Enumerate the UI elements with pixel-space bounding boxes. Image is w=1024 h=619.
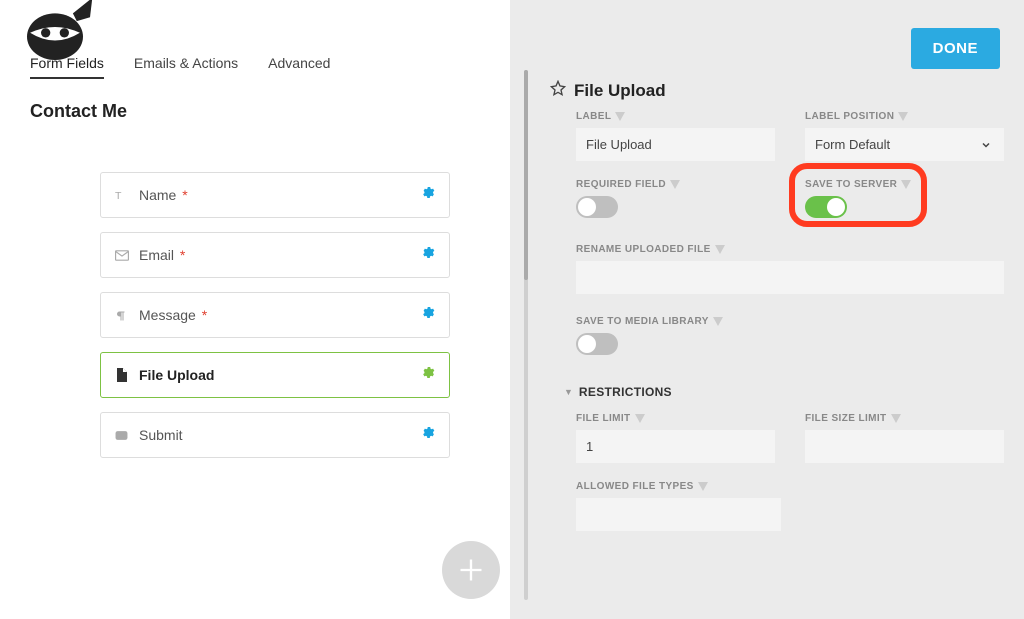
field-label: Message * <box>139 307 420 323</box>
section-restrictions[interactable]: ▼ RESTRICTIONS <box>564 385 1004 399</box>
gear-icon[interactable] <box>420 185 435 205</box>
prop-file-limit-label: FILE LIMIT <box>576 413 775 424</box>
star-icon[interactable] <box>550 80 566 101</box>
field-row-message[interactable]: Message * <box>100 292 450 338</box>
panel-divider-scrollbar[interactable] <box>510 0 540 619</box>
prop-label-position: LABEL POSITION <box>805 111 1004 161</box>
field-row-name[interactable]: T Name * <box>100 172 450 218</box>
text-icon: T <box>115 189 139 202</box>
field-label: Submit <box>139 427 420 443</box>
panel-title-row: File Upload <box>550 80 1004 101</box>
allowed-file-types-input[interactable] <box>576 498 781 531</box>
prop-file-size-limit: FILE SIZE LIMIT <box>805 413 1004 463</box>
submit-icon <box>115 430 139 441</box>
prop-rename-file: RENAME UPLOADED FILE <box>576 230 1004 294</box>
form-title[interactable]: Contact Me <box>0 79 510 132</box>
prop-allowed-types-label: ALLOWED FILE TYPES <box>576 481 1004 492</box>
gear-icon[interactable] <box>420 425 435 445</box>
gear-icon[interactable] <box>420 305 435 325</box>
done-button[interactable]: DONE <box>911 28 1000 69</box>
section-restrictions-label: RESTRICTIONS <box>579 385 672 399</box>
file-size-limit-input[interactable] <box>805 430 1004 463</box>
chevron-down-icon: ▼ <box>564 387 573 397</box>
gear-icon[interactable] <box>420 365 435 385</box>
label-input[interactable] <box>576 128 775 161</box>
tab-emails-actions[interactable]: Emails & Actions <box>134 55 238 79</box>
prop-save-media-library: SAVE TO MEDIA LIBRARY <box>576 306 1004 355</box>
prop-media-lib-label: SAVE TO MEDIA LIBRARY <box>576 316 1004 327</box>
field-row-submit[interactable]: Submit <box>100 412 450 458</box>
prop-rename-label: RENAME UPLOADED FILE <box>576 244 1004 255</box>
prop-allowed-file-types: ALLOWED FILE TYPES <box>576 475 1004 531</box>
prop-required-label: REQUIRED FIELD <box>576 179 775 190</box>
field-label: Email * <box>139 247 420 263</box>
svg-text:T: T <box>115 189 122 201</box>
field-row-file-upload[interactable]: File Upload <box>100 352 450 398</box>
prop-label-label: LABEL <box>576 111 775 122</box>
field-row-email[interactable]: Email * <box>100 232 450 278</box>
field-label: File Upload <box>139 367 420 383</box>
email-icon <box>115 250 139 261</box>
field-settings-panel: DONE File Upload LABEL LABEL POSITION <box>540 0 1024 619</box>
ninja-logo <box>15 0 95 60</box>
prop-file-limit: FILE LIMIT <box>576 413 775 463</box>
file-limit-input[interactable] <box>576 430 775 463</box>
required-field-toggle[interactable] <box>576 196 618 218</box>
save-media-library-toggle[interactable] <box>576 333 618 355</box>
callout-highlight <box>789 163 927 227</box>
file-icon <box>115 368 139 382</box>
prop-save-to-server: SAVE TO SERVER <box>805 173 1004 218</box>
prop-file-size-limit-label: FILE SIZE LIMIT <box>805 413 1004 424</box>
label-position-select[interactable] <box>805 128 1004 161</box>
prop-label-position-label: LABEL POSITION <box>805 111 1004 122</box>
panel-title-text: File Upload <box>574 81 666 101</box>
left-builder-panel: Form Fields Emails & Actions Advanced Co… <box>0 0 510 619</box>
paragraph-icon <box>115 309 139 322</box>
prop-save-server-label: SAVE TO SERVER <box>805 179 1004 190</box>
add-field-button[interactable] <box>442 541 500 599</box>
prop-required-field: REQUIRED FIELD <box>576 173 775 218</box>
save-to-server-toggle[interactable] <box>805 196 847 218</box>
prop-label: LABEL <box>576 111 775 161</box>
rename-file-input[interactable] <box>576 261 1004 294</box>
field-label: Name * <box>139 187 420 203</box>
tab-advanced[interactable]: Advanced <box>268 55 330 79</box>
field-list: T Name * Email * Mess <box>0 132 510 458</box>
gear-icon[interactable] <box>420 245 435 265</box>
